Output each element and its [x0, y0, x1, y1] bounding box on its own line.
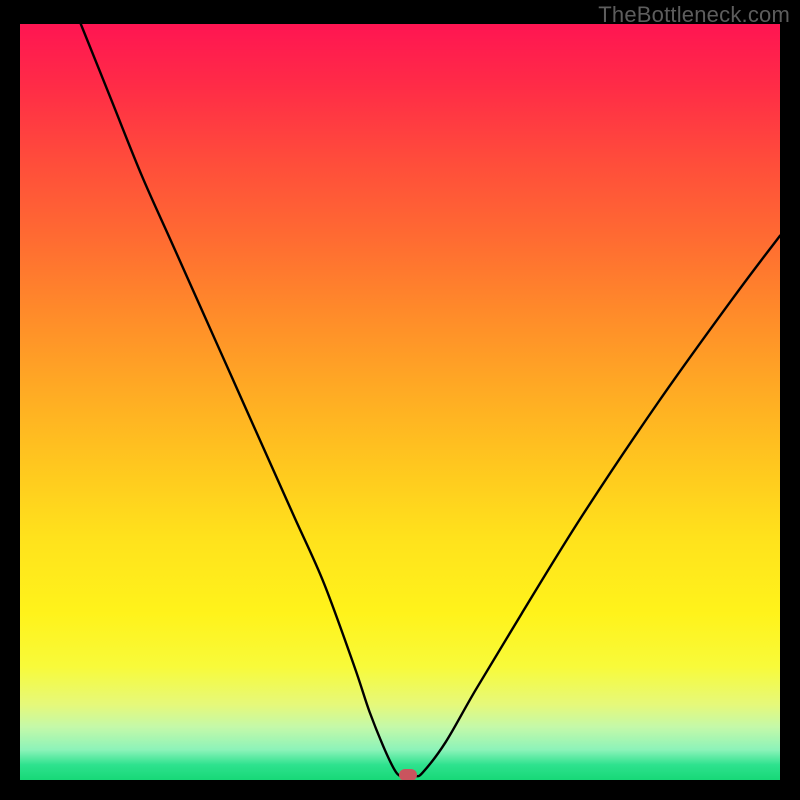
bottleneck-curve [20, 24, 780, 780]
optimal-point-marker [399, 769, 417, 780]
chart-frame: TheBottleneck.com [0, 0, 800, 800]
plot-area [20, 24, 780, 780]
bottleneck-curve-path [81, 24, 780, 777]
watermark-text: TheBottleneck.com [598, 2, 790, 28]
